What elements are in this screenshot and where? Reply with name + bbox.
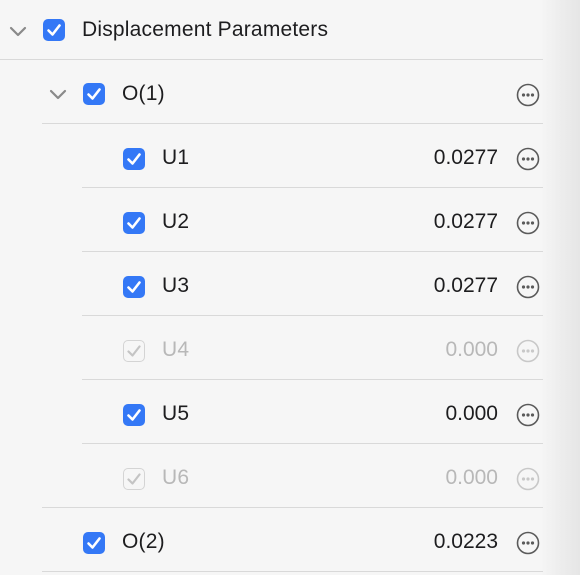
tree-row-u2[interactable]: U2 0.0277 <box>0 191 580 255</box>
displacement-parameters-panel: Displacement Parameters O(1) U1 0.0277 U… <box>0 0 580 575</box>
more-options-icon[interactable] <box>516 275 540 299</box>
separator <box>42 507 543 508</box>
tree-row-u4: U4 0.000 <box>0 319 580 383</box>
u4-label: U4 <box>162 338 190 361</box>
tree-row-u1[interactable]: U1 0.0277 <box>0 127 580 191</box>
u1-value: 0.0277 <box>433 146 498 169</box>
group-row-displacement-parameters[interactable]: Displacement Parameters <box>0 0 580 64</box>
checkmark-icon <box>127 409 141 421</box>
more-options-icon <box>516 339 540 363</box>
group-label: Displacement Parameters <box>82 18 329 41</box>
more-options-icon[interactable] <box>516 83 540 107</box>
o2-value: 0.0223 <box>433 530 498 553</box>
tree-row-u6: U6 0.000 <box>0 447 580 511</box>
tree-row-u3[interactable]: U3 0.0277 <box>0 255 580 319</box>
separator <box>0 59 543 60</box>
tree-row-u5[interactable]: U5 0.000 <box>0 383 580 447</box>
u2-label: U2 <box>162 210 190 233</box>
u1-label: U1 <box>162 146 190 169</box>
o2-label: O(2) <box>122 530 165 553</box>
u6-checkbox <box>123 468 145 490</box>
tree-row-o1[interactable]: O(1) <box>0 63 580 127</box>
o1-label: O(1) <box>122 82 165 105</box>
o2-checkbox[interactable] <box>83 532 105 554</box>
more-options-icon[interactable] <box>516 403 540 427</box>
u6-value: 0.000 <box>445 466 498 489</box>
u3-label: U3 <box>162 274 190 297</box>
separator <box>82 315 543 316</box>
u3-value: 0.0277 <box>433 274 498 297</box>
checkmark-icon <box>87 88 101 100</box>
u5-label: U5 <box>162 402 190 425</box>
checkmark-icon <box>127 217 141 229</box>
checkmark-icon <box>47 24 61 36</box>
u6-label: U6 <box>162 466 190 489</box>
checkmark-icon <box>87 537 101 549</box>
separator <box>42 123 543 124</box>
o1-checkbox[interactable] <box>83 83 105 105</box>
u3-checkbox[interactable] <box>123 276 145 298</box>
separator <box>82 379 543 380</box>
more-options-icon[interactable] <box>516 211 540 235</box>
more-options-icon <box>516 467 540 491</box>
separator <box>82 443 543 444</box>
chevron-down-icon[interactable] <box>48 84 68 104</box>
u4-checkbox <box>123 340 145 362</box>
checkmark-icon <box>127 153 141 165</box>
separator <box>82 187 543 188</box>
u2-value: 0.0277 <box>433 210 498 233</box>
u4-value: 0.000 <box>445 338 498 361</box>
separator <box>82 251 543 252</box>
u2-checkbox[interactable] <box>123 212 145 234</box>
more-options-icon[interactable] <box>516 147 540 171</box>
checkmark-icon <box>127 345 141 357</box>
u5-checkbox[interactable] <box>123 404 145 426</box>
separator <box>42 571 543 572</box>
u1-checkbox[interactable] <box>123 148 145 170</box>
u5-value: 0.000 <box>445 402 498 425</box>
checkmark-icon <box>127 281 141 293</box>
more-options-icon[interactable] <box>516 531 540 555</box>
group-checkbox[interactable] <box>43 19 65 41</box>
tree-row-o2[interactable]: O(2) 0.0223 <box>0 511 580 575</box>
checkmark-icon <box>127 473 141 485</box>
chevron-down-icon[interactable] <box>8 21 28 41</box>
